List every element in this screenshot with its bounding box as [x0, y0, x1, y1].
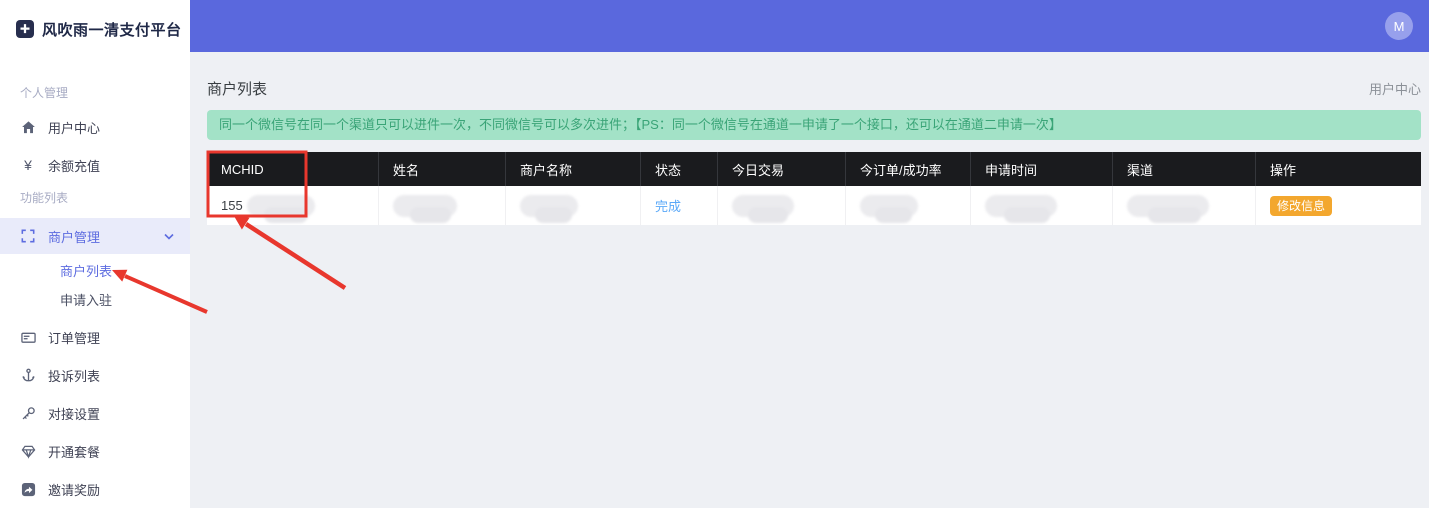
- cell-name: [378, 186, 505, 225]
- sidebar-item-order-management[interactable]: 订单管理: [0, 318, 190, 356]
- sidebar: 风吹雨一清支付平台 个人管理 用户中心 ¥ 余额充值 功能列表 商户管理: [0, 0, 190, 508]
- page-title: 商户列表: [207, 78, 267, 99]
- sidebar-item-label: 对接设置: [48, 404, 100, 423]
- sidebar-item-user-center[interactable]: 用户中心: [0, 108, 190, 146]
- cell-mchid: 155: [207, 186, 378, 225]
- sidebar-item-label: 投诉列表: [48, 366, 100, 385]
- avatar[interactable]: M: [1385, 12, 1413, 40]
- home-icon: [20, 119, 36, 135]
- sidebar-item-label: 邀请奖励: [48, 480, 100, 499]
- sidebar-subitem-merchant-list[interactable]: 商户列表: [0, 254, 190, 286]
- redacted-value: [985, 195, 1057, 217]
- table-header-row: MCHID 姓名 商户名称 状态 今日交易 今订单/成功率 申请时间 渠道 操作: [207, 152, 1421, 186]
- col-header-mchid: MCHID: [207, 152, 378, 186]
- cell-orders-success-rate: [845, 186, 970, 225]
- content-header: 商户列表 用户中心: [207, 78, 1421, 98]
- col-header-merchant-name: 商户名称: [505, 152, 640, 186]
- col-header-status: 状态: [640, 152, 717, 186]
- cell-channel: [1112, 186, 1255, 225]
- sidebar-item-complaint-list[interactable]: 投诉列表: [0, 356, 190, 394]
- share-icon: [20, 481, 36, 497]
- table-row: 155 完成 修改信息: [207, 186, 1421, 225]
- anchor-icon: [20, 367, 36, 383]
- redacted-value: [1127, 195, 1209, 217]
- status-link[interactable]: 完成: [655, 196, 681, 215]
- chevron-down-icon: [164, 233, 174, 240]
- grid-icon: [20, 228, 36, 244]
- key-icon: [20, 405, 36, 421]
- sidebar-item-label: 余额充值: [48, 156, 100, 175]
- cell-merchant-name: [505, 186, 640, 225]
- sidebar-item-merchant-management[interactable]: 商户管理: [0, 218, 190, 254]
- mchid-value: 155: [221, 198, 243, 213]
- diamond-icon: [20, 443, 36, 459]
- modify-info-button[interactable]: 修改信息: [1270, 196, 1332, 216]
- notice-banner: 同一个微信号在同一个渠道只可以进件一次，不同微信号可以多次进件；【PS：同一个微…: [207, 110, 1421, 140]
- app-window: 风吹雨一清支付平台 个人管理 用户中心 ¥ 余额充值 功能列表 商户管理: [0, 0, 1429, 508]
- sidebar-item-integration-settings[interactable]: 对接设置: [0, 394, 190, 432]
- sidebar-subitem-apply-entry[interactable]: 申请入驻: [0, 286, 190, 312]
- cell-actions: 修改信息: [1255, 186, 1421, 225]
- cell-apply-time: [970, 186, 1112, 225]
- sidebar-section-personal: 个人管理: [0, 82, 190, 102]
- sidebar-item-activate-package[interactable]: 开通套餐: [0, 432, 190, 470]
- col-header-today-trades: 今日交易: [717, 152, 845, 186]
- brand-logo-icon: [16, 20, 34, 38]
- user-center-link[interactable]: 用户中心: [1369, 79, 1421, 98]
- col-header-actions: 操作: [1255, 152, 1421, 186]
- topbar: M: [190, 0, 1429, 52]
- cell-today-trades: [717, 186, 845, 225]
- col-header-orders-success-rate: 今订单/成功率: [845, 152, 970, 186]
- merchant-table: MCHID 姓名 商户名称 状态 今日交易 今订单/成功率 申请时间 渠道 操作…: [207, 152, 1421, 225]
- sidebar-item-label: 用户中心: [48, 118, 100, 137]
- redacted-value: [520, 195, 578, 217]
- redacted-value: [860, 195, 918, 217]
- col-header-channel: 渠道: [1112, 152, 1255, 186]
- sidebar-item-invite-rewards[interactable]: 邀请奖励: [0, 470, 190, 508]
- main-content: 商户列表 用户中心 同一个微信号在同一个渠道只可以进件一次，不同微信号可以多次进…: [190, 52, 1429, 508]
- redacted-value: [393, 195, 457, 217]
- sidebar-item-label: 开通套餐: [48, 442, 100, 461]
- sidebar-item-label: 订单管理: [48, 328, 100, 347]
- sidebar-item-label: 商户管理: [48, 227, 100, 246]
- cell-status: 完成: [640, 186, 717, 225]
- card-icon: [20, 329, 36, 345]
- sidebar-item-balance-recharge[interactable]: ¥ 余额充值: [0, 146, 190, 184]
- brand-name: 风吹雨一清支付平台: [42, 19, 182, 40]
- yen-icon: ¥: [20, 157, 36, 173]
- col-header-name: 姓名: [378, 152, 505, 186]
- redacted-value: [247, 195, 315, 217]
- sidebar-section-functions: 功能列表: [0, 184, 190, 210]
- col-header-apply-time: 申请时间: [970, 152, 1112, 186]
- brand: 风吹雨一清支付平台: [0, 0, 190, 58]
- redacted-value: [732, 195, 794, 217]
